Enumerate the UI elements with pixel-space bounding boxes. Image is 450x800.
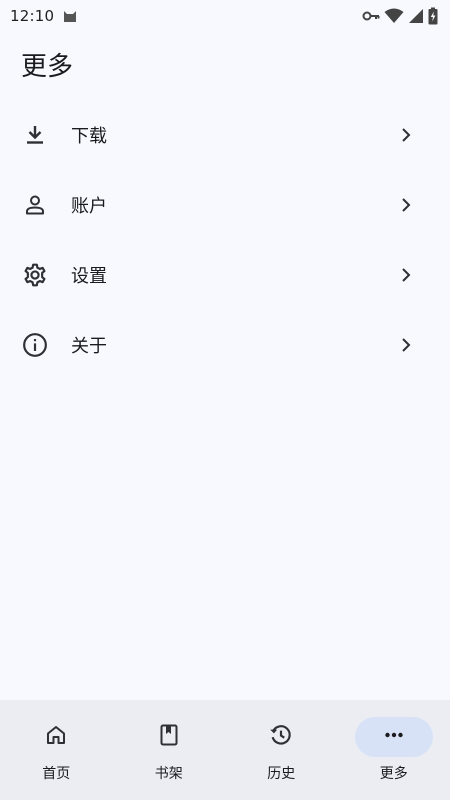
chevron-right-icon xyxy=(398,337,414,353)
nav-label: 更多 xyxy=(379,766,408,782)
download-icon xyxy=(22,122,48,148)
chevron-right-icon xyxy=(398,267,414,283)
menu-item-settings[interactable]: 设置 xyxy=(0,240,450,310)
nav-label: 书架 xyxy=(154,766,183,782)
status-time: 12:10 xyxy=(10,7,55,25)
chevron-right-icon xyxy=(398,197,414,213)
menu-item-label: 设置 xyxy=(71,266,107,287)
wifi-icon xyxy=(384,8,404,24)
menu-item-about[interactable]: 关于 xyxy=(0,310,450,380)
cellular-signal-icon xyxy=(408,8,424,24)
nav-icon-container xyxy=(242,717,320,757)
chevron-right-icon xyxy=(398,127,414,143)
menu-list: 下载 账户 设置 关于 xyxy=(0,100,450,380)
cat-notification-icon xyxy=(62,8,78,24)
menu-item-label: 关于 xyxy=(71,336,107,357)
bookmark-book-icon xyxy=(157,723,181,751)
info-icon xyxy=(22,332,48,358)
nav-icon-container xyxy=(130,717,208,757)
status-right xyxy=(362,7,438,25)
nav-item-home[interactable]: 首页 xyxy=(0,700,113,800)
nav-item-more[interactable]: 更多 xyxy=(338,700,450,800)
page-title: 更多 xyxy=(21,52,74,82)
menu-item-label: 账户 xyxy=(71,196,107,217)
menu-item-account[interactable]: 账户 xyxy=(0,170,450,240)
history-icon xyxy=(268,722,294,752)
vpn-key-icon xyxy=(362,10,380,22)
nav-label: 历史 xyxy=(267,766,296,782)
status-bar: 12:10 xyxy=(0,0,450,32)
nav-item-history[interactable]: 历史 xyxy=(225,700,338,800)
nav-item-bookshelf[interactable]: 书架 xyxy=(113,700,226,800)
nav-icon-container xyxy=(354,717,433,757)
person-icon xyxy=(22,192,48,218)
nav-label: 首页 xyxy=(42,766,71,782)
menu-item-download[interactable]: 下载 xyxy=(0,100,450,170)
bottom-navigation: 首页 书架 历史 更多 xyxy=(0,700,450,800)
status-left: 12:10 xyxy=(10,7,78,25)
home-icon xyxy=(44,723,68,751)
menu-item-label: 下载 xyxy=(71,126,107,147)
gear-icon xyxy=(22,262,48,288)
battery-charging-icon xyxy=(428,7,438,25)
more-horiz-icon xyxy=(382,723,406,751)
nav-icon-container xyxy=(17,717,95,757)
